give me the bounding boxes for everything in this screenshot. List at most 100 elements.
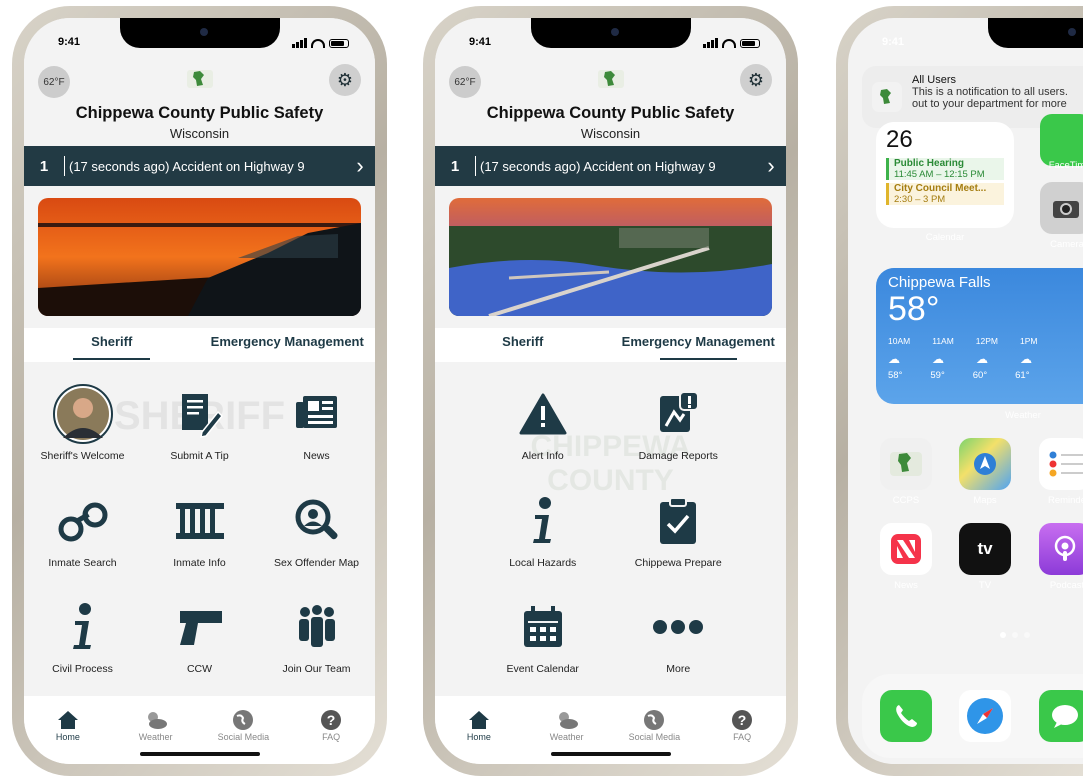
apple-tv-icon[interactable]: tv <box>959 523 1011 575</box>
tile-damage-reports[interactable]: Damage Reports <box>611 374 747 481</box>
tile-inmate-search[interactable]: Inmate Search <box>24 481 141 588</box>
battery-icon <box>740 38 760 48</box>
tile-sex-offender-map[interactable]: Sex Offender Map <box>258 481 375 588</box>
tile-ccw[interactable]: CCW <box>141 587 258 694</box>
nav-home[interactable]: Home <box>38 708 98 742</box>
nav-weather[interactable]: Weather <box>126 708 186 742</box>
nav-label: Home <box>55 732 80 742</box>
tile-join-our-team[interactable]: Join Our Team <box>258 587 375 694</box>
tile-label: Alert Info <box>521 450 564 462</box>
calendar-day: 26 <box>886 126 913 153</box>
news-app-icon[interactable] <box>880 523 932 575</box>
home-indicator[interactable] <box>139 752 260 756</box>
nav-label: Home <box>466 732 491 742</box>
calendar-widget[interactable]: 26 Public Hearing 11:45 AM – 12:15 PM Ci… <box>876 122 1014 228</box>
tab-sheriff[interactable]: Sheriff <box>435 328 611 362</box>
hero-image-squad-car <box>38 198 361 316</box>
tile-label: Chippewa Prepare <box>634 556 722 569</box>
weather-cloud-icons: ☁ ☁ ☁ ☁ <box>888 352 1083 366</box>
screen: 9:41 All Users This is a notification to… <box>848 18 1083 764</box>
home-indicator[interactable] <box>550 752 671 756</box>
calendar-event-2[interactable]: City Council Meet... 2:30 – 3 PM <box>886 183 1004 205</box>
tab-sheriff[interactable]: Sheriff <box>24 328 200 362</box>
tile-label: Civil Process <box>52 663 113 676</box>
tile-local-hazards[interactable]: Local Hazards <box>475 481 611 588</box>
calendar-event-1[interactable]: Public Hearing 11:45 AM – 12:15 PM <box>886 158 1004 180</box>
nav-faq[interactable]: ? FAQ <box>712 708 772 742</box>
settings-gear-icon[interactable]: ⚙ <box>740 64 772 96</box>
temperature-badge[interactable]: 62°F <box>38 66 70 98</box>
calendar-label: Calendar <box>925 232 965 243</box>
phone-sheriff: 9:41 62°F ⚙ Chippewa County Public Safet… <box>12 6 387 776</box>
maps-icon[interactable] <box>959 438 1011 490</box>
nav-weather[interactable]: Weather <box>537 708 597 742</box>
status-bar: 9:41 <box>435 36 786 52</box>
app-label: CCPS <box>892 495 920 506</box>
tile-sheriffs-welcome[interactable]: Sheriff's Welcome <box>24 374 141 481</box>
facetime-label: FaceTim <box>1048 160 1083 171</box>
ticker-message: (17 seconds ago) Accident on Highway 9 <box>480 158 716 174</box>
weather-label: Weather <box>1005 410 1041 421</box>
signal-icon <box>703 38 718 48</box>
tile-event-calendar[interactable]: Event Calendar <box>475 587 611 694</box>
sheriff-avatar <box>52 384 113 444</box>
app-label: TV <box>978 580 992 591</box>
tile-civil-process[interactable]: Civil Process <box>24 587 141 694</box>
reminders-icon[interactable] <box>1039 438 1083 490</box>
podcasts-icon[interactable] <box>1039 523 1083 575</box>
camera-label: Camera <box>1050 239 1083 250</box>
section-tabs: Sheriff Emergency Management <box>24 328 375 362</box>
nav-label: FAQ <box>733 732 752 742</box>
tile-label: Inmate Search <box>48 556 117 569</box>
chevron-right-icon[interactable]: › <box>345 153 375 179</box>
page-dot <box>1024 632 1030 638</box>
screen: 9:41 62°F ⚙ Chippewa County Public Safet… <box>435 18 786 764</box>
damage-report-icon <box>660 391 700 432</box>
tile-news[interactable]: News <box>258 374 375 481</box>
event-name: City Council Meet... <box>894 183 987 194</box>
tile-chippewa-prepare[interactable]: Chippewa Prepare <box>611 481 747 588</box>
cloud-icon: ☁ <box>976 352 988 367</box>
partly-cloudy-icon <box>147 712 167 729</box>
safari-icon[interactable] <box>959 690 1011 742</box>
tile-label: Event Calendar <box>506 663 579 676</box>
nav-faq[interactable]: ? FAQ <box>301 708 361 742</box>
chevron-right-icon[interactable]: › <box>756 153 786 179</box>
weather-hours: 10AM 11AM 12PM 1PM <box>888 336 1083 346</box>
phone-app-icon[interactable] <box>880 690 932 742</box>
nav-home[interactable]: Home <box>449 708 509 742</box>
weather-hour-temp: 61° <box>1015 370 1030 382</box>
alert-ticker[interactable]: 1 (17 seconds ago) Accident on Highway 9… <box>24 146 375 186</box>
weather-hour: 1PM <box>1020 336 1038 347</box>
tile-more[interactable]: More <box>611 587 747 694</box>
temperature-badge[interactable]: 62°F <box>449 66 481 98</box>
tab-emergency-management[interactable]: Emergency Management <box>200 328 376 362</box>
hero-image-aerial-river <box>449 198 772 316</box>
app-subtitle: Wisconsin <box>580 126 641 141</box>
globe-icon <box>644 710 665 730</box>
facetime-icon[interactable] <box>1040 114 1083 166</box>
ccps-app-icon[interactable] <box>880 438 932 490</box>
nav-social-media[interactable]: Social Media <box>213 708 273 742</box>
home-icon <box>468 711 489 729</box>
jail-bars-icon <box>175 502 224 539</box>
settings-gear-icon[interactable]: ⚙ <box>329 64 361 96</box>
info-i-icon <box>532 496 551 543</box>
nav-label: Social Media <box>628 732 681 742</box>
camera-icon[interactable] <box>1040 182 1083 234</box>
page-dots[interactable] <box>1000 632 1030 638</box>
alert-ticker[interactable]: 1 (17 seconds ago) Accident on Highway 9… <box>435 146 786 186</box>
tile-alert-info[interactable]: Alert Info <box>475 374 611 481</box>
ticker-message: (17 seconds ago) Accident on Highway 9 <box>69 158 305 174</box>
messages-icon[interactable] <box>1039 690 1083 742</box>
screen: 9:41 62°F ⚙ Chippewa County Public Safet… <box>24 18 375 764</box>
weather-widget[interactable]: Chippewa Falls 58° 10AM 11AM 12PM 1PM ☁ ☁… <box>876 268 1083 404</box>
nav-social-media[interactable]: Social Media <box>624 708 684 742</box>
ticker-count: 1 <box>39 157 49 175</box>
tab-emergency-management[interactable]: Emergency Management <box>611 328 787 362</box>
ticker-divider <box>64 156 65 176</box>
tile-inmate-info[interactable]: Inmate Info <box>141 481 258 588</box>
notification-body-1: This is a notification to all users. <box>912 86 1068 98</box>
tile-label: Damage Reports <box>638 450 718 462</box>
tile-submit-a-tip[interactable]: Submit A Tip <box>141 374 258 481</box>
